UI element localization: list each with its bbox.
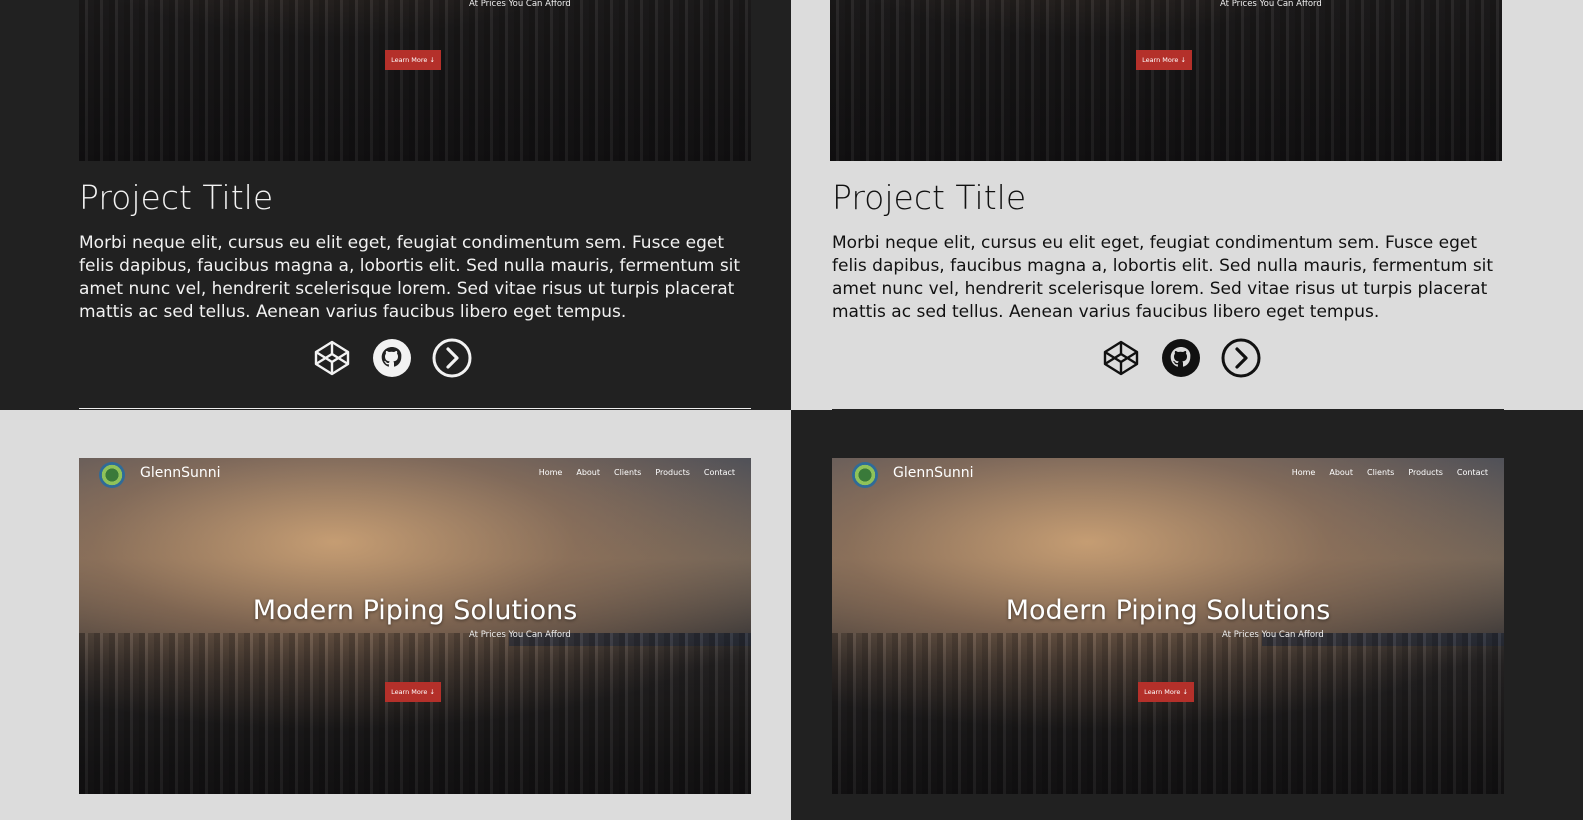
preview-learn-more-button: Learn More ↓	[1136, 50, 1192, 70]
preview-logo-icon	[99, 462, 125, 488]
project-title: Project Title	[832, 178, 1027, 217]
preview-hero-subtitle: At Prices You Can Afford	[1220, 0, 1322, 9]
project-preview[interactable]: At Prices You Can Afford Learn More ↓	[830, 0, 1502, 161]
preview-brand: GlennSunni	[140, 465, 221, 481]
project-preview[interactable]: GlennSunni Home About Clients Products C…	[832, 458, 1504, 794]
preview-learn-more-button: Learn More ↓	[385, 682, 441, 702]
project-card: At Prices You Can Afford Learn More ↓ Pr…	[0, 0, 791, 410]
divider	[79, 408, 751, 409]
preview-hero-title: Modern Piping Solutions	[252, 595, 578, 626]
github-icon[interactable]	[1161, 338, 1201, 378]
arrow-right-circle-icon[interactable]	[1221, 338, 1261, 378]
project-description: Morbi neque elit, cursus eu elit eget, f…	[79, 233, 741, 322]
preview-nav-home: Home	[1291, 468, 1316, 477]
preview-nav-clients: Clients	[614, 468, 642, 477]
project-links	[0, 338, 783, 378]
preview-hero-subtitle: At Prices You Can Afford	[1222, 630, 1324, 640]
preview-nav-menu: Home About Clients Products Contact	[1292, 468, 1488, 477]
preview-nav-contact: Contact	[703, 468, 735, 477]
preview-hero-title: Modern Piping Solutions	[1005, 595, 1331, 626]
github-icon[interactable]	[372, 338, 412, 378]
project-card: GlennSunni Home About Clients Products C…	[0, 410, 791, 820]
preview-nav-contact: Contact	[1456, 468, 1488, 477]
project-title: Project Title	[79, 178, 274, 217]
preview-nav-about: About	[576, 468, 600, 477]
preview-nav-menu: Home About Clients Products Contact	[539, 468, 735, 477]
preview-navbar: GlennSunni Home About Clients Products C…	[832, 458, 1504, 492]
preview-nav-home: Home	[538, 468, 563, 477]
arrow-right-circle-icon[interactable]	[432, 338, 472, 378]
preview-nav-products: Products	[655, 468, 690, 477]
preview-brand: GlennSunni	[893, 465, 974, 481]
preview-nav-about: About	[1329, 468, 1353, 477]
preview-hero-subtitle: At Prices You Can Afford	[469, 0, 571, 9]
preview-nav-products: Products	[1408, 468, 1443, 477]
preview-navbar: GlennSunni Home About Clients Products C…	[79, 458, 751, 492]
project-links	[791, 338, 1572, 378]
codepen-icon[interactable]	[1101, 338, 1141, 378]
project-preview[interactable]: GlennSunni Home About Clients Products C…	[79, 458, 751, 794]
project-grid: At Prices You Can Afford Learn More ↓ Pr…	[0, 0, 1583, 820]
project-description: Morbi neque elit, cursus eu elit eget, f…	[832, 233, 1494, 322]
preview-hero-subtitle: At Prices You Can Afford	[469, 630, 571, 640]
project-preview[interactable]: At Prices You Can Afford Learn More ↓	[79, 0, 751, 161]
codepen-icon[interactable]	[312, 338, 352, 378]
project-card: At Prices You Can Afford Learn More ↓ Pr…	[791, 0, 1583, 410]
preview-learn-more-button: Learn More ↓	[385, 50, 441, 70]
preview-nav-clients: Clients	[1367, 468, 1395, 477]
preview-learn-more-button: Learn More ↓	[1138, 682, 1194, 702]
project-card: GlennSunni Home About Clients Products C…	[791, 410, 1583, 820]
preview-logo-icon	[852, 462, 878, 488]
